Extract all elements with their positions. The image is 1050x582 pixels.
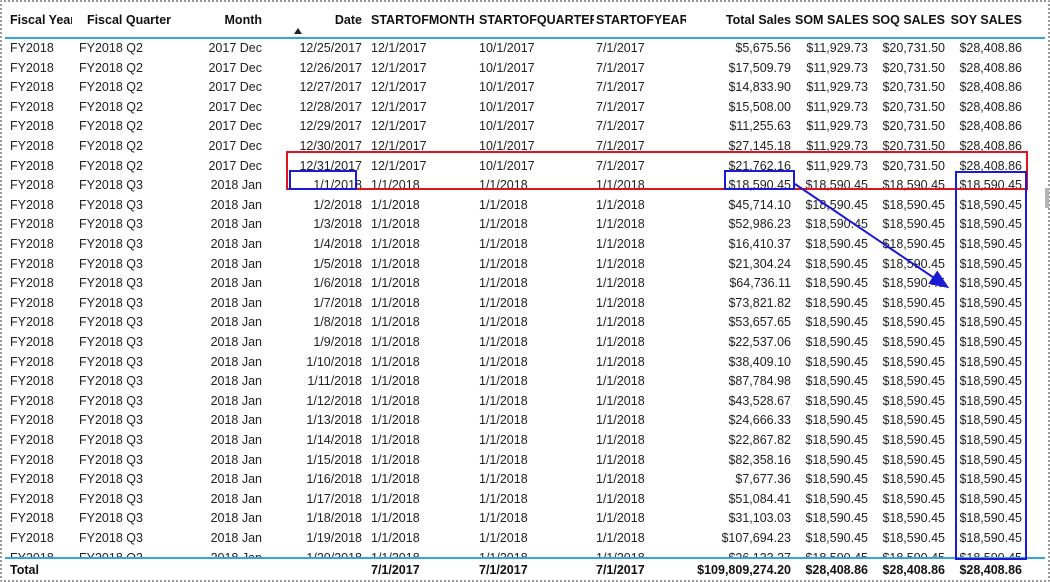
annotation-arrow-layer	[794, 183, 950, 289]
annotation-arrow	[794, 183, 950, 289]
